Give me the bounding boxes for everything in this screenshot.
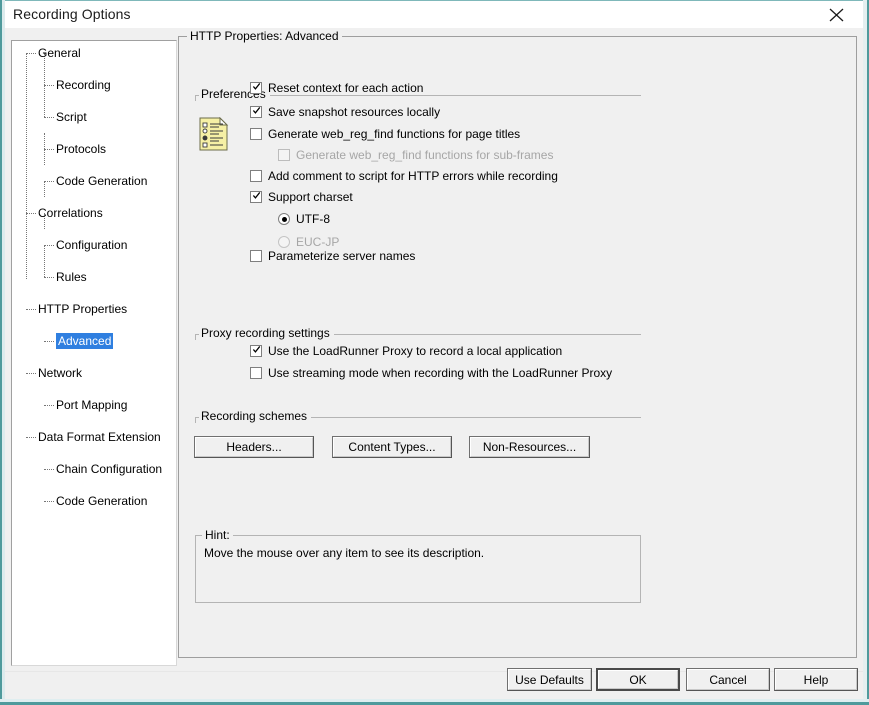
tree-item-label: Code Generation [56, 494, 148, 508]
checkmark-icon [252, 192, 261, 199]
ok-button-label: OK [598, 670, 678, 689]
tree-connector-icon [26, 437, 36, 439]
checkbox-label: Generate web_reg_find functions for page… [268, 127, 521, 141]
tree-item-label: HTTP Properties [38, 302, 128, 316]
content-types-button-label: Content Types... [333, 437, 451, 457]
panel-title: HTTP Properties: Advanced [187, 29, 342, 43]
checkbox-label: Support charset [268, 190, 353, 204]
non-resources-button[interactable]: Non-Resources... [469, 436, 590, 458]
tree-item-label: Port Mapping [56, 398, 128, 412]
headers-button[interactable]: Headers... [194, 436, 314, 458]
checkbox-label: Add comment to script for HTTP errors wh… [268, 169, 558, 183]
tree-item-label: General [38, 46, 81, 60]
tree-branch-line-dfe [44, 245, 46, 277]
radio-dot-icon [281, 216, 287, 222]
tree-item-label: Data Format Extension [38, 430, 161, 444]
tree-connector-icon [44, 117, 54, 119]
checkbox-icon [250, 128, 262, 140]
tree-connector-icon [44, 85, 54, 87]
checkbox-label: Use streaming mode when recording with t… [268, 366, 613, 380]
checkmark-icon [252, 346, 261, 353]
tree-item-label: Recording [56, 78, 111, 92]
checkbox-icon [278, 149, 290, 161]
radio-icon [278, 236, 290, 248]
checkbox-label: Save snapshot resources locally [268, 105, 441, 119]
tree-connector-icon [44, 501, 54, 503]
section-rule-cap [195, 417, 196, 423]
tree-connector-icon [44, 277, 54, 279]
radio-label: UTF-8 [296, 212, 330, 226]
proxy-title: Proxy recording settings [199, 326, 334, 340]
help-button-label: Help [775, 669, 857, 690]
use-defaults-button-label: Use Defaults [508, 669, 591, 690]
close-button[interactable] [817, 1, 857, 28]
cancel-button-label: Cancel [687, 669, 769, 690]
section-rule-cap [195, 334, 196, 340]
hint-text: Move the mouse over any item to see its … [204, 546, 485, 560]
tree-item-label: Advanced [56, 333, 114, 349]
options-document-icon [199, 116, 229, 151]
checkbox-icon [250, 82, 262, 94]
schemes-title: Recording schemes [199, 409, 312, 423]
non-resources-button-label: Non-Resources... [470, 437, 589, 457]
content-types-button[interactable]: Content Types... [332, 436, 452, 458]
window-title: Recording Options [13, 6, 131, 22]
checkbox-label: Reset context for each action [268, 81, 424, 95]
tree-connector-icon [44, 405, 54, 407]
section-rule-cap [195, 95, 196, 101]
tree-item-label: Protocols [56, 142, 107, 156]
checkbox-icon [250, 250, 262, 262]
checkbox-icon [250, 191, 262, 203]
tree-item-label: Chain Configuration [56, 462, 163, 476]
tree-connector-icon [44, 469, 54, 471]
tree-connector-icon [44, 149, 54, 151]
checkbox-label: Generate web_reg_find functions for sub-… [296, 148, 554, 162]
title-bar: Recording Options [5, 1, 863, 28]
tree-connector-icon [26, 213, 36, 215]
checkbox-icon [250, 345, 262, 357]
tree-connector-icon [44, 181, 54, 183]
radio-icon [278, 213, 290, 225]
tree-item-label: Configuration [56, 238, 128, 252]
checkbox-icon [250, 367, 262, 379]
tree-connector-icon [26, 53, 36, 55]
tree-item-label: Correlations [38, 206, 103, 220]
checkbox-label: Use the LoadRunner Proxy to record a loc… [268, 344, 563, 358]
tree-item-label: Code Generation [56, 174, 148, 188]
close-icon [829, 8, 844, 22]
ok-button[interactable]: OK [596, 668, 680, 691]
headers-button-label: Headers... [195, 437, 313, 457]
use-defaults-button[interactable]: Use Defaults [507, 668, 592, 691]
tree-item-label: Script [56, 110, 87, 124]
navigation-tree[interactable]: General Recording Script Protocols Code … [11, 40, 177, 666]
hint-box: Hint: Move the mouse over any item to se… [195, 528, 641, 603]
cancel-button[interactable]: Cancel [686, 668, 770, 691]
tree-trunk-line [26, 53, 28, 279]
checkmark-icon [252, 107, 261, 114]
tree-connector-icon [44, 341, 54, 343]
hint-title: Hint: [202, 528, 233, 542]
tree-item-label: Network [38, 366, 83, 380]
dialog-body: General Recording Script Protocols Code … [5, 28, 863, 699]
tree-item-label: Rules [56, 270, 87, 284]
checkbox-icon [250, 106, 262, 118]
checkbox-icon [250, 170, 262, 182]
tree-connector-icon [26, 373, 36, 375]
tree-connector-icon [44, 245, 54, 247]
checkbox-label: Parameterize server names [268, 249, 416, 263]
recording-options-window: Recording Options General Recording Scri… [0, 0, 869, 705]
tree-connector-icon [26, 309, 36, 311]
help-button[interactable]: Help [774, 668, 858, 691]
window-border-right-inner [863, 0, 867, 705]
checkmark-icon [252, 83, 261, 90]
tree-branch-line-http [44, 181, 46, 197]
